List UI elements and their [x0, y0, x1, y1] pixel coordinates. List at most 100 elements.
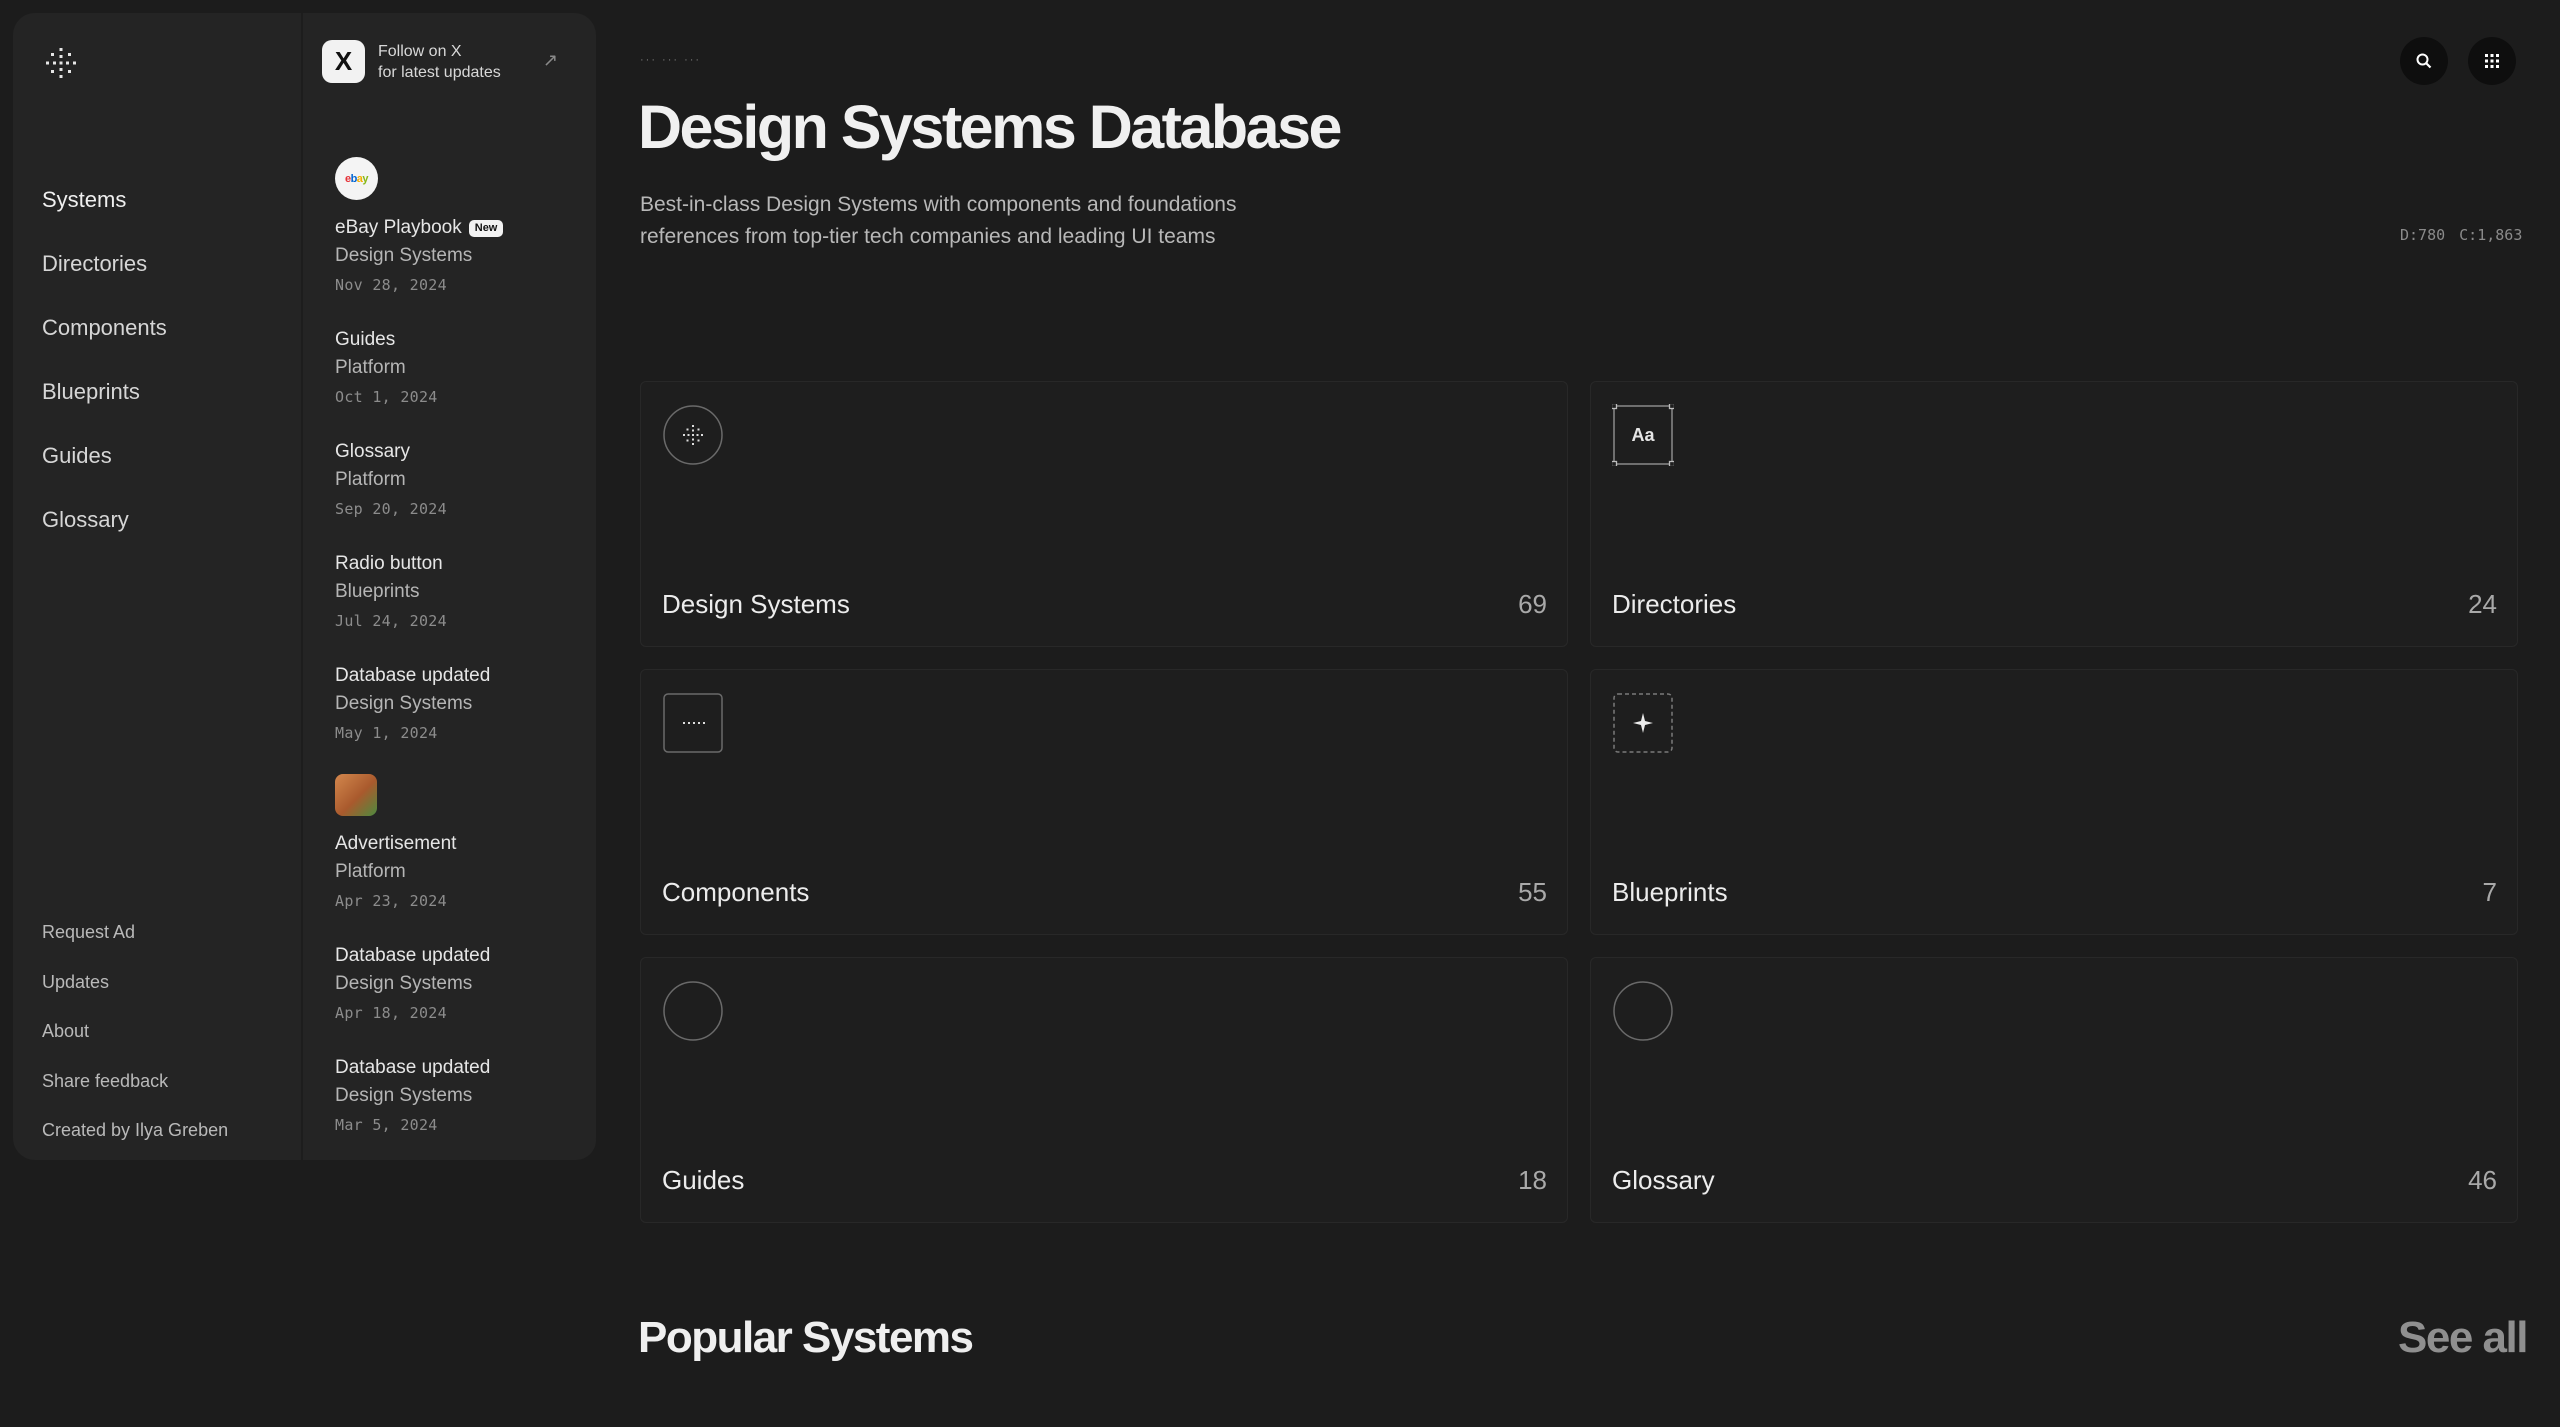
feed-item-title: Database updated: [335, 1057, 491, 1078]
card-label: Design Systems: [662, 589, 850, 619]
card-count: 24: [2468, 589, 2497, 619]
card-directories[interactable]: Aa Directories 24: [1590, 381, 2518, 647]
app-root: Systems Directories Components Blueprint…: [0, 0, 2560, 1427]
feed-item-date: Oct 1, 2024: [335, 388, 438, 406]
card-label: Blueprints: [1612, 877, 1728, 907]
footer-link-request-ad[interactable]: Request Ad: [42, 908, 228, 958]
feed-item-date: Apr 23, 2024: [335, 892, 447, 910]
feed-item[interactable]: ebay eBay Playbook New Design Systems No…: [335, 157, 575, 300]
menu-button[interactable]: [2468, 37, 2516, 85]
follow-on-x-link[interactable]: X Follow on X for latest updates: [322, 40, 501, 83]
feed-clip: [304, 1160, 596, 1427]
panel-corner: [304, 1140, 596, 1160]
feed-item[interactable]: Advertisement Platform Apr 23, 2024: [335, 774, 575, 916]
feed-item-category: Blueprints: [335, 581, 420, 602]
page-title: Design Systems Database: [638, 93, 1342, 161]
feed-item-category: Design Systems: [335, 1085, 473, 1106]
star-dashed-box-icon: [1613, 693, 1673, 753]
subtitle-line-1: Best-in-class Design Systems with compon…: [640, 193, 1237, 216]
feed-item-date: Sep 20, 2024: [335, 500, 447, 518]
nav-item-blueprints[interactable]: Blueprints: [42, 360, 167, 424]
nav-item-glossary[interactable]: Glossary: [42, 488, 167, 552]
ebay-logo-icon: ebay: [335, 157, 378, 200]
feed-item-date: Mar 5, 2024: [335, 1116, 438, 1134]
feed-item-category: Design Systems: [335, 693, 473, 714]
card-blueprints[interactable]: Blueprints 7: [1590, 669, 2518, 935]
feed-item-date: Nov 28, 2024: [335, 276, 447, 294]
card-label: Components: [662, 877, 810, 907]
feed-item-date: May 1, 2024: [335, 724, 438, 742]
follow-text: Follow on X for latest updates: [378, 41, 501, 83]
feed-item-category: Design Systems: [335, 973, 473, 994]
card-count: 69: [1518, 589, 1547, 619]
follow-line-2: for latest updates: [378, 63, 501, 81]
circle-icon: [1613, 981, 1673, 1041]
feed-item-title: Guides: [335, 329, 396, 350]
feed-item-title: Radio button: [335, 553, 443, 574]
card-count: 55: [1518, 877, 1547, 907]
feed-item-category: Design Systems: [335, 245, 473, 266]
feed-item[interactable]: Radio button Blueprints Jul 24, 2024: [335, 550, 575, 636]
card-label: Guides: [662, 1165, 745, 1195]
feed-item[interactable]: Database updated Design Systems May 1, 2…: [335, 662, 575, 748]
updates-feed: ebay eBay Playbook New Design Systems No…: [335, 157, 575, 1166]
dots-box-icon: [663, 693, 723, 753]
feed-item-title: Advertisement: [335, 833, 457, 854]
section-title-popular-systems: Popular Systems: [638, 1313, 974, 1362]
stat-designs: D:780: [2400, 226, 2446, 244]
card-count: 18: [1518, 1165, 1547, 1195]
footer-nav: Request Ad Updates About Share feedback …: [42, 908, 228, 1156]
card-label: Glossary: [1612, 1165, 1715, 1195]
x-logo-icon: X: [322, 40, 365, 83]
grid-icon: [2485, 54, 2499, 68]
nav-item-components[interactable]: Components: [42, 296, 167, 360]
feed-item-title: Glossary: [335, 441, 410, 462]
feed-item[interactable]: Database updated Design Systems Mar 5, 2…: [335, 1054, 575, 1140]
advertisement-thumbnail: [335, 774, 377, 816]
sparkle-circle-icon: [663, 405, 723, 465]
card-glossary[interactable]: Glossary 46: [1590, 957, 2518, 1223]
icon-text: Aa: [1631, 425, 1655, 445]
footer-link-created-by[interactable]: Created by Ilya Greben: [42, 1106, 228, 1156]
card-label: Directories: [1612, 589, 1737, 619]
card-guides[interactable]: Guides 18: [640, 957, 1568, 1223]
card-count: 7: [2482, 877, 2497, 907]
category-grid: Design Systems 69 Aa Directories 24 Comp…: [640, 381, 2518, 1223]
nav-item-guides[interactable]: Guides: [42, 424, 167, 488]
logo-icon[interactable]: [43, 45, 79, 81]
new-badge: New: [468, 219, 504, 237]
footer-link-share-feedback[interactable]: Share feedback: [42, 1057, 228, 1107]
nav-item-directories[interactable]: Directories: [42, 232, 167, 296]
feed-item-category: Platform: [335, 357, 406, 378]
main-nav: Systems Directories Components Blueprint…: [42, 168, 167, 552]
arrow-up-right-icon[interactable]: ↗: [543, 51, 559, 69]
feed-item-date: Jul 24, 2024: [335, 612, 447, 630]
card-count: 46: [2468, 1165, 2497, 1195]
stat-components: C:1,863: [2459, 226, 2523, 244]
feed-item-title: Database updated: [335, 945, 491, 966]
footer-link-updates[interactable]: Updates: [42, 958, 228, 1008]
breadcrumb: ··· ··· ···: [640, 54, 702, 66]
feed-item[interactable]: Guides Platform Oct 1, 2024: [335, 326, 575, 412]
feed-item-title: eBay Playbook New: [335, 214, 575, 242]
subtitle-line-2: references from top-tier tech companies …: [640, 225, 1216, 248]
text-frame-icon: Aa: [1612, 404, 1674, 466]
nav-item-systems[interactable]: Systems: [42, 168, 167, 232]
follow-line-1: Follow on X: [378, 42, 462, 60]
feed-item[interactable]: Database updated Design Systems Apr 18, …: [335, 942, 575, 1028]
page-subtitle: Best-in-class Design Systems with compon…: [640, 189, 1360, 253]
feed-item-title: Database updated: [335, 665, 491, 686]
circle-icon: [663, 981, 723, 1041]
card-design-systems[interactable]: Design Systems 69: [640, 381, 1568, 647]
footer-link-about[interactable]: About: [42, 1007, 228, 1057]
feed-item-date: Apr 18, 2024: [335, 1004, 447, 1022]
card-components[interactable]: Components 55: [640, 669, 1568, 935]
database-stats: D:780 C:1,863: [2386, 226, 2522, 244]
search-button[interactable]: [2400, 37, 2448, 85]
search-icon: [2416, 53, 2432, 69]
see-all-link[interactable]: See all: [2398, 1313, 2528, 1363]
nav-column: Systems Directories Components Blueprint…: [13, 13, 303, 1160]
feed-item-category: Platform: [335, 469, 406, 490]
feed-item[interactable]: Glossary Platform Sep 20, 2024: [335, 438, 575, 524]
feed-item-category: Platform: [335, 861, 406, 882]
